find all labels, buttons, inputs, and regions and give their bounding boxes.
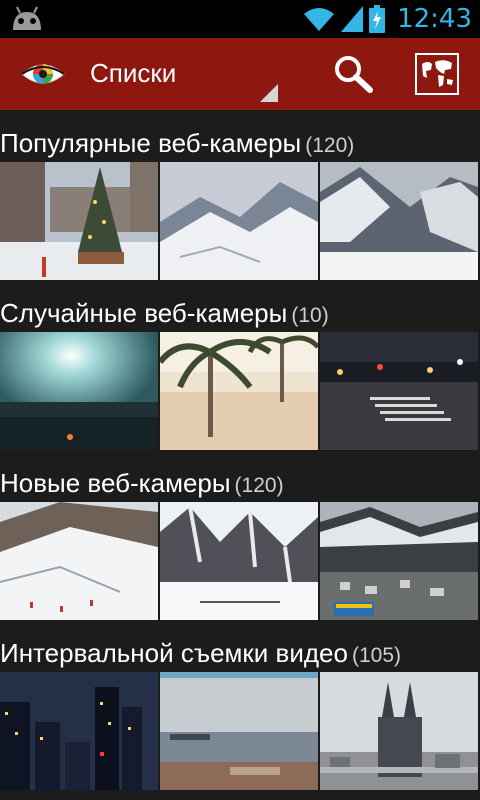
section-popular: Популярные веб-камеры (120)	[0, 110, 480, 280]
actionbar-title: Списки	[90, 58, 177, 88]
spinner-triangle-icon	[260, 84, 278, 102]
battery-charging-icon	[369, 5, 386, 33]
signal-icon	[341, 6, 364, 32]
night-street-webcam[interactable]	[320, 332, 478, 450]
section-header[interactable]: Интервальной съемки видео (105)	[0, 620, 480, 672]
status-bar: 12:43	[0, 0, 480, 38]
section-count: (120)	[305, 134, 355, 157]
status-time: 12:43	[397, 4, 472, 34]
section-count: (120)	[234, 474, 284, 497]
list-spinner[interactable]: Списки	[90, 38, 280, 110]
search-icon[interactable]	[332, 54, 376, 94]
section-title: Случайные веб-камеры (10)	[0, 298, 329, 328]
section-title: Популярные веб-камеры (120)	[0, 128, 355, 158]
app-eye-logo-icon[interactable]	[20, 58, 66, 90]
section-new: Новые веб-камеры (120)	[0, 450, 480, 620]
snowy-peaks-webcam[interactable]	[160, 502, 318, 620]
ski-slope-webcam[interactable]	[0, 502, 158, 620]
sun-over-sea-webcam[interactable]	[0, 332, 158, 450]
world-map-icon[interactable]	[414, 52, 460, 96]
section-title: Интервальной съемки видео (105)	[0, 638, 402, 668]
android-icon	[13, 6, 41, 30]
section-count: (10)	[291, 304, 329, 327]
snowy-valley-webcam[interactable]	[320, 162, 478, 280]
snowy-mountains-webcam[interactable]	[160, 162, 318, 280]
section-timelapse: Интервальной съемки видео (105)	[0, 620, 480, 790]
section-header[interactable]: Популярные веб-камеры (120)	[0, 110, 480, 162]
mountain-village-webcam[interactable]	[320, 502, 478, 620]
wifi-icon	[304, 8, 335, 31]
action-bar: Списки	[0, 38, 480, 110]
section-count: (105)	[351, 644, 402, 667]
section-header[interactable]: Новые веб-камеры (120)	[0, 450, 480, 502]
section-header[interactable]: Случайные веб-камеры (10)	[0, 280, 480, 332]
section-random: Случайные веб-камеры (10)	[0, 280, 480, 450]
christmas-tree-town-square-webcam[interactable]	[0, 162, 158, 280]
cathedral-city-webcam[interactable]	[320, 672, 478, 790]
harbor-sea-webcam[interactable]	[160, 672, 318, 790]
section-title: Новые веб-камеры (120)	[0, 468, 284, 498]
city-skyline-night-webcam[interactable]	[0, 672, 158, 790]
webcam-lists: Популярные веб-камеры (120) Случайные ве…	[0, 110, 480, 800]
palm-trees-beach-webcam[interactable]	[160, 332, 318, 450]
